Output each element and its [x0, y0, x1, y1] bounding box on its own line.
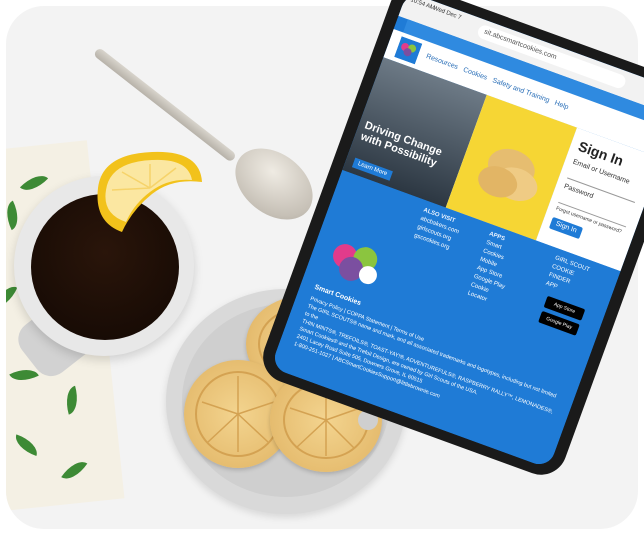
apps-column: APPS Smart Cookies Mobile App Store Goog… — [466, 230, 521, 309]
spoon-handle — [92, 47, 237, 163]
finder-column: GIRL SCOUT COOKIE FINDER APP — [544, 254, 591, 300]
nav-link-resources[interactable]: Resources — [425, 53, 459, 71]
nav-link-cookies[interactable]: Cookies — [462, 66, 488, 81]
status-date: Wed Dec 7 — [432, 5, 462, 22]
sign-in-button[interactable]: Sign In — [548, 216, 584, 240]
legal-line: THIN MINTS®, TREFOILS®, TOAST-YAY!®, ADV… — [301, 318, 554, 416]
also-visit-column: ALSO VISIT abcbakers.com girlscouts.org … — [413, 206, 464, 254]
nav-link-help[interactable]: Help — [553, 100, 569, 112]
lemon-slice — [97, 151, 202, 232]
smart-cookies-logo-small — [394, 36, 423, 65]
